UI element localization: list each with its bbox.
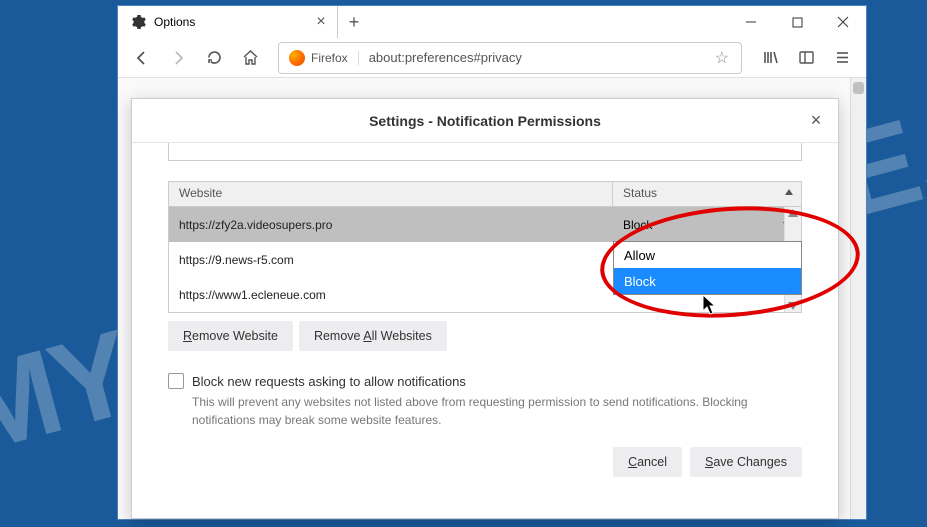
identity-label: Firefox — [311, 51, 359, 65]
scroll-up-icon[interactable] — [788, 209, 798, 217]
block-new-checkbox[interactable] — [168, 373, 184, 389]
search-website-input[interactable]: Search Website — [168, 143, 802, 161]
column-status-label: Status — [623, 186, 657, 200]
column-status[interactable]: Status — [613, 182, 801, 206]
close-window-button[interactable] — [820, 6, 866, 38]
block-new-label: Block new requests asking to allow notif… — [192, 374, 466, 389]
status-select[interactable]: Block — [613, 218, 801, 232]
remove-all-websites-button[interactable]: Remove All Websites — [299, 321, 447, 351]
titlebar: Options × + — [118, 6, 866, 38]
page-content: Settings - Notification Permissions × Se… — [118, 78, 866, 519]
table-rows: https://zfy2a.videosupers.pro Block Allo… — [168, 207, 802, 313]
window-controls — [728, 6, 866, 38]
dialog-footer: Cancel Save Changes — [168, 447, 802, 477]
cell-website: https://www1.ecleneue.com — [169, 288, 613, 302]
sort-arrow-icon — [785, 189, 793, 195]
browser-window: Options × + Firefox about:preferences#pr… — [117, 5, 867, 520]
reload-button[interactable] — [198, 42, 230, 74]
dialog-body: Search Website Website Status https://zf… — [132, 143, 838, 518]
tab-title: Options — [154, 15, 305, 29]
status-value: Block — [623, 218, 652, 232]
save-changes-button[interactable]: Save Changes — [690, 447, 802, 477]
tab-options[interactable]: Options × — [118, 6, 338, 38]
remove-website-button[interactable]: Remove Website — [168, 321, 293, 351]
close-icon[interactable]: × — [313, 14, 329, 30]
notification-permissions-dialog: Settings - Notification Permissions × Se… — [131, 98, 839, 519]
remove-buttons: Remove Website Remove All Websites — [168, 321, 802, 351]
forward-button[interactable] — [162, 42, 194, 74]
cell-website: https://9.news-r5.com — [169, 253, 613, 267]
menu-button[interactable] — [826, 42, 858, 74]
dialog-close-button[interactable]: × — [802, 107, 830, 135]
firefox-icon — [283, 50, 311, 66]
bookmark-star-icon[interactable]: ☆ — [707, 48, 737, 68]
dialog-header: Settings - Notification Permissions × — [132, 99, 838, 143]
home-button[interactable] — [234, 42, 266, 74]
dropdown-option-allow[interactable]: Allow — [614, 242, 801, 268]
dropdown-option-block[interactable]: Block — [614, 268, 801, 294]
sidebar-button[interactable] — [790, 42, 822, 74]
maximize-button[interactable] — [774, 6, 820, 38]
back-button[interactable] — [126, 42, 158, 74]
dialog-title: Settings - Notification Permissions — [369, 113, 601, 129]
cancel-button[interactable]: Cancel — [613, 447, 682, 477]
gear-icon — [130, 14, 146, 30]
cell-website: https://zfy2a.videosupers.pro — [169, 218, 613, 232]
url-text: about:preferences#privacy — [359, 50, 707, 65]
page-scrollbar[interactable] — [850, 78, 866, 519]
table-header: Website Status — [168, 181, 802, 207]
new-tab-button[interactable]: + — [338, 6, 370, 38]
status-dropdown: Allow Block — [613, 241, 802, 295]
permissions-table: Website Status https://zfy2a.videosupers… — [168, 181, 802, 313]
minimize-button[interactable] — [728, 6, 774, 38]
table-row[interactable]: https://zfy2a.videosupers.pro Block Allo… — [169, 207, 801, 242]
block-new-requests-row: Block new requests asking to allow notif… — [168, 373, 802, 389]
scroll-down-icon[interactable] — [788, 302, 798, 310]
library-button[interactable] — [754, 42, 786, 74]
column-website[interactable]: Website — [169, 182, 613, 206]
block-new-description: This will prevent any websites not liste… — [192, 393, 792, 429]
address-bar[interactable]: Firefox about:preferences#privacy ☆ — [278, 42, 742, 74]
navigation-toolbar: Firefox about:preferences#privacy ☆ — [118, 38, 866, 78]
